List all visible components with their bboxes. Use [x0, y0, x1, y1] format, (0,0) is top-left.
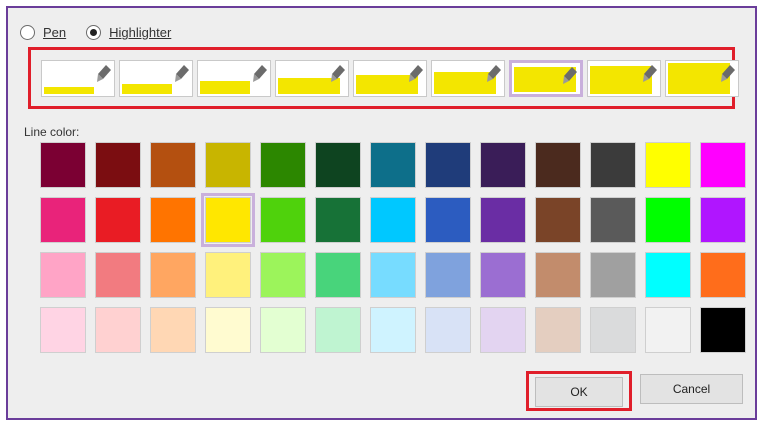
- color-swatch[interactable]: [480, 142, 526, 188]
- color-swatch[interactable]: [535, 197, 581, 243]
- ok-button[interactable]: OK: [535, 377, 623, 407]
- color-swatch[interactable]: [205, 252, 251, 298]
- color-swatch[interactable]: [95, 197, 141, 243]
- color-swatch[interactable]: [370, 307, 416, 353]
- highlighter-icon: [487, 65, 501, 82]
- highlighter-icon: [563, 67, 577, 84]
- color-swatch[interactable]: [150, 307, 196, 353]
- highlighter-radio-indicator[interactable]: [86, 24, 102, 40]
- color-swatch[interactable]: [645, 252, 691, 298]
- color-swatch[interactable]: [370, 197, 416, 243]
- color-swatch[interactable]: [95, 307, 141, 353]
- color-swatch[interactable]: [260, 197, 306, 243]
- thickness-option[interactable]: [275, 60, 349, 97]
- color-swatch[interactable]: [700, 197, 746, 243]
- color-swatch[interactable]: [590, 197, 636, 243]
- color-swatch[interactable]: [425, 142, 471, 188]
- highlighter-icon: [175, 65, 189, 82]
- color-swatch[interactable]: [95, 252, 141, 298]
- line-color-palette: [40, 142, 746, 353]
- color-swatch[interactable]: [315, 252, 361, 298]
- thickness-stroke-preview: [200, 81, 250, 94]
- thickness-option[interactable]: [509, 60, 583, 97]
- thickness-option[interactable]: [587, 60, 661, 97]
- highlighter-radio-label[interactable]: Highlighter: [109, 25, 171, 40]
- cancel-button[interactable]: Cancel: [640, 374, 743, 404]
- color-swatch[interactable]: [425, 197, 471, 243]
- color-swatch[interactable]: [260, 307, 306, 353]
- color-swatch[interactable]: [315, 307, 361, 353]
- thickness-option[interactable]: [431, 60, 505, 97]
- color-swatch[interactable]: [425, 307, 471, 353]
- thickness-stroke-preview: [122, 84, 172, 94]
- color-swatch[interactable]: [480, 252, 526, 298]
- thickness-option[interactable]: [119, 60, 193, 97]
- color-swatch[interactable]: [700, 252, 746, 298]
- color-swatch[interactable]: [40, 307, 86, 353]
- color-swatch[interactable]: [370, 142, 416, 188]
- color-swatch[interactable]: [480, 197, 526, 243]
- color-swatch[interactable]: [205, 142, 251, 188]
- color-swatch[interactable]: [535, 307, 581, 353]
- highlighter-icon: [253, 65, 267, 82]
- color-swatch[interactable]: [95, 142, 141, 188]
- pen-radio-label[interactable]: Pen: [43, 25, 66, 40]
- thickness-selector-highlight: [28, 47, 739, 109]
- color-swatch[interactable]: [370, 252, 416, 298]
- thickness-option[interactable]: [197, 60, 271, 97]
- highlighter-icon: [721, 65, 735, 82]
- color-swatch[interactable]: [315, 142, 361, 188]
- mode-selector: Pen Highlighter: [20, 22, 191, 42]
- color-swatch[interactable]: [700, 142, 746, 188]
- color-swatch[interactable]: [645, 142, 691, 188]
- color-swatch[interactable]: [40, 252, 86, 298]
- color-swatch[interactable]: [645, 197, 691, 243]
- color-swatch[interactable]: [535, 252, 581, 298]
- color-swatch[interactable]: [205, 307, 251, 353]
- color-swatch[interactable]: [150, 197, 196, 243]
- color-swatch[interactable]: [260, 142, 306, 188]
- thickness-option[interactable]: [665, 60, 739, 97]
- color-swatch[interactable]: [150, 252, 196, 298]
- thickness-option[interactable]: [353, 60, 427, 97]
- color-swatch[interactable]: [590, 252, 636, 298]
- color-swatch[interactable]: [40, 197, 86, 243]
- color-swatch[interactable]: [535, 142, 581, 188]
- highlighter-radio[interactable]: Highlighter: [86, 24, 171, 40]
- color-swatch[interactable]: [260, 252, 306, 298]
- thickness-stroke-preview: [44, 87, 94, 94]
- color-swatch[interactable]: [590, 142, 636, 188]
- ok-button-highlight: OK: [526, 371, 632, 411]
- color-swatch[interactable]: [425, 252, 471, 298]
- color-swatch[interactable]: [590, 307, 636, 353]
- color-swatch[interactable]: [700, 307, 746, 353]
- highlighter-icon: [643, 65, 657, 82]
- highlighter-icon: [331, 65, 345, 82]
- pen-radio-indicator[interactable]: [20, 24, 35, 40]
- thickness-options: [41, 60, 739, 97]
- color-swatch[interactable]: [40, 142, 86, 188]
- thickness-option[interactable]: [41, 60, 115, 97]
- pen-radio[interactable]: Pen: [20, 24, 66, 40]
- color-swatch[interactable]: [150, 142, 196, 188]
- color-swatch[interactable]: [315, 197, 361, 243]
- color-swatch[interactable]: [480, 307, 526, 353]
- color-swatch[interactable]: [645, 307, 691, 353]
- color-swatch[interactable]: [201, 193, 255, 247]
- pen-settings-dialog: Pen Highlighter Line color: OK Cancel: [6, 6, 757, 420]
- line-color-label: Line color:: [24, 125, 80, 139]
- highlighter-icon: [409, 65, 423, 82]
- highlighter-icon: [97, 65, 111, 82]
